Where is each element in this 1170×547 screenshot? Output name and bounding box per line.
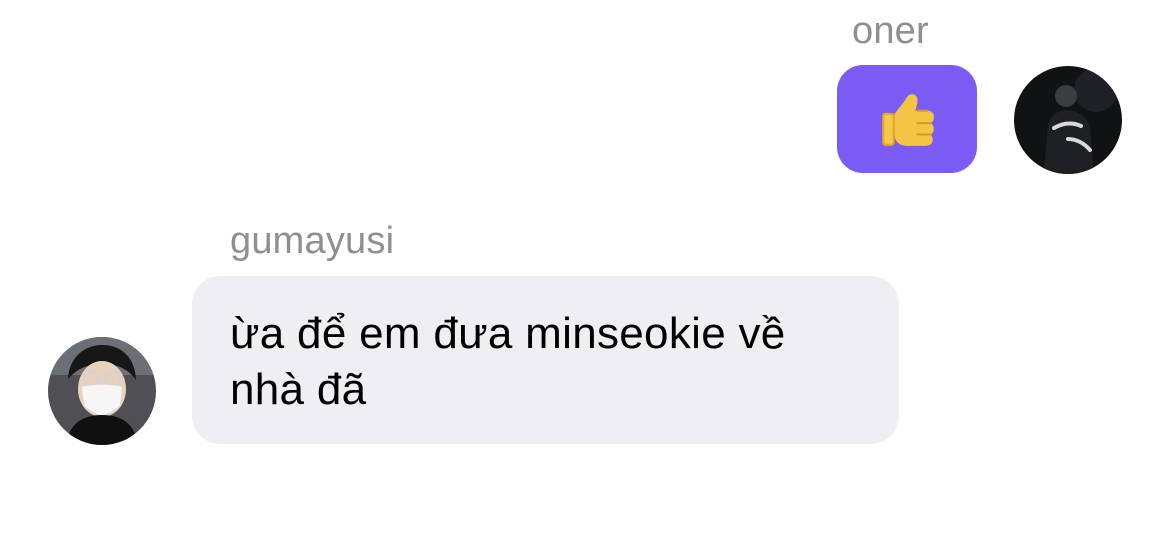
thumbs-up-icon <box>874 86 940 152</box>
avatar-oner[interactable] <box>1014 66 1122 174</box>
message-bubble-emoji[interactable] <box>837 65 977 173</box>
message-text: ừa để em đưa minseokie về nhà đã <box>230 309 786 414</box>
avatar-gumayusi[interactable] <box>48 337 156 445</box>
sender-name-oner: oner <box>852 10 929 52</box>
message-bubble-text[interactable]: ừa để em đưa minseokie về nhà đã <box>192 276 899 444</box>
sender-name-gumayusi: gumayusi <box>230 220 395 262</box>
